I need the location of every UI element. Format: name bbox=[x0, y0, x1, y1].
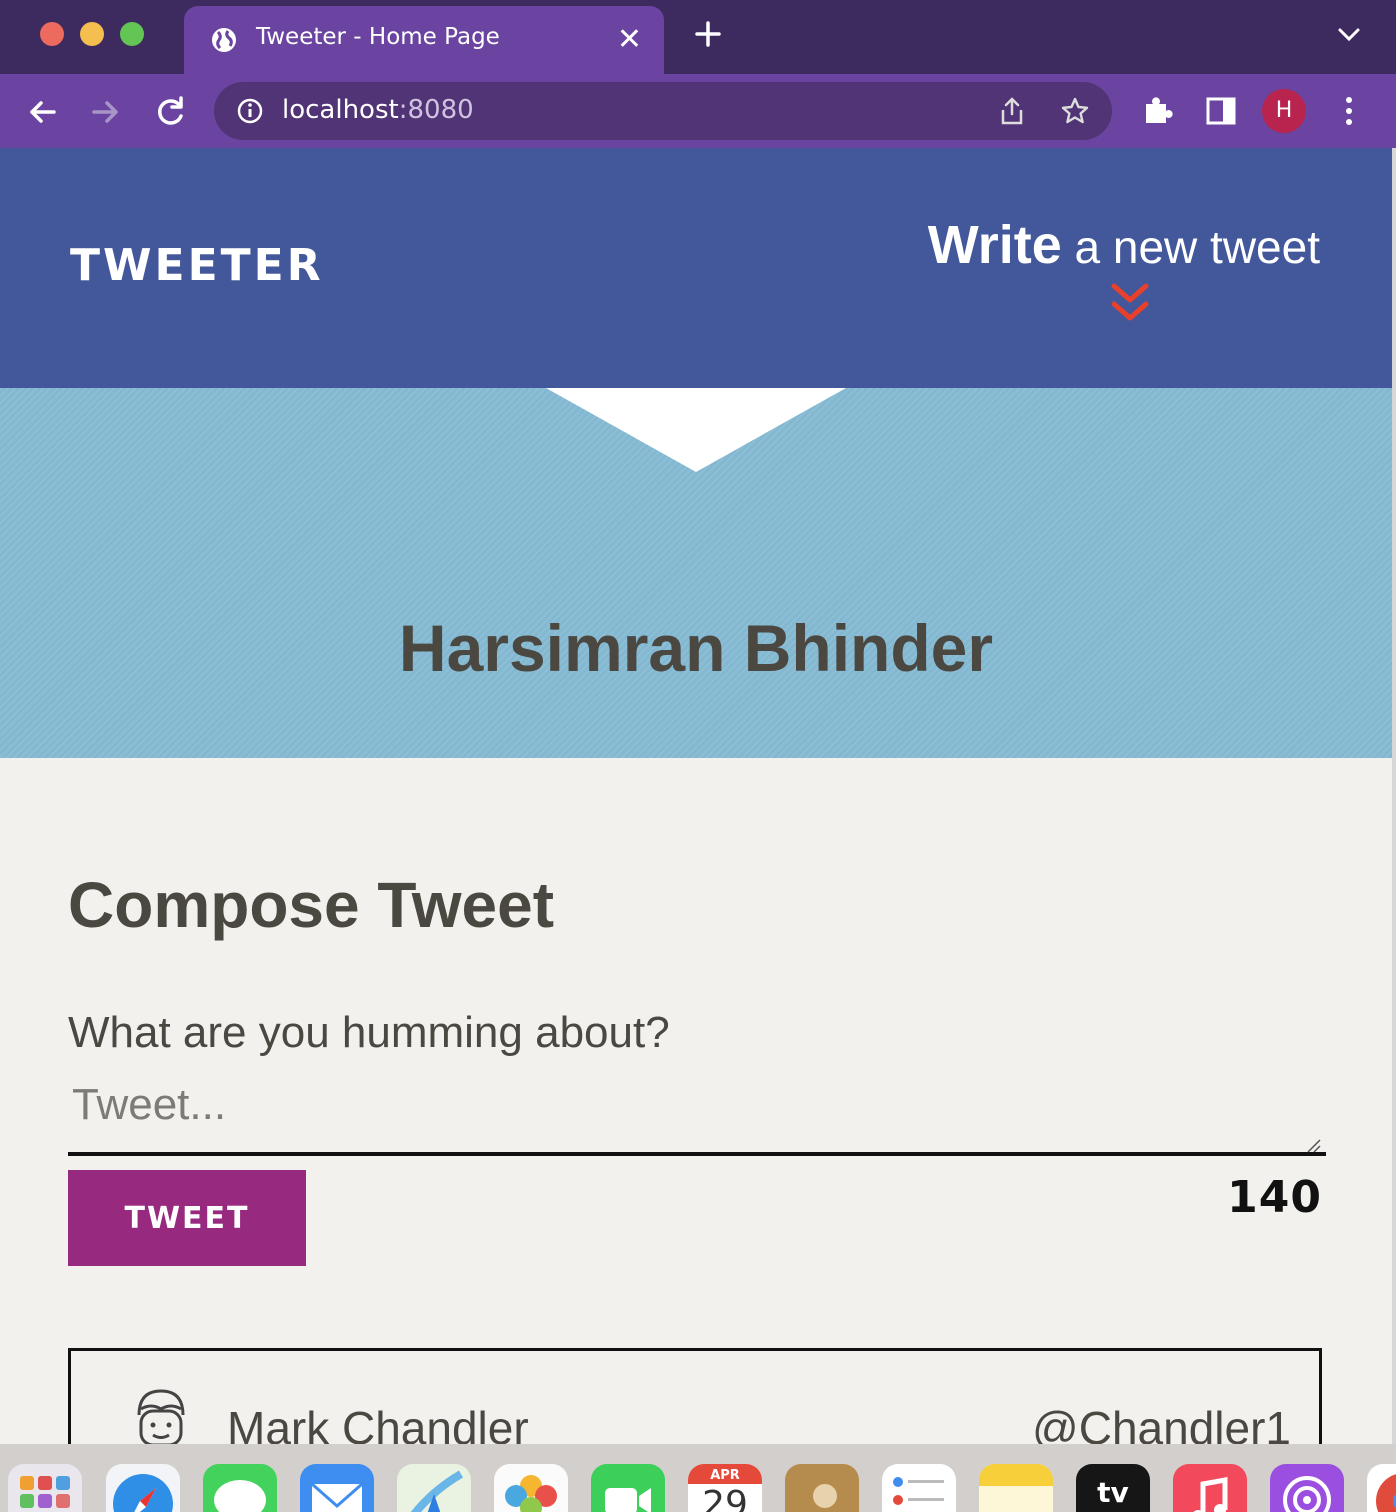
url-port: :8080 bbox=[398, 95, 474, 125]
site-logo[interactable]: TWEETER bbox=[70, 240, 324, 291]
globe-icon bbox=[212, 28, 236, 52]
compass-icon bbox=[113, 1474, 173, 1512]
chrome-logo-icon bbox=[1376, 1474, 1396, 1512]
browser-tab-bar: Tweeter - Home Page ✕ bbox=[0, 0, 1396, 74]
person-icon bbox=[813, 1484, 837, 1508]
bookmark-star-icon[interactable] bbox=[1060, 96, 1090, 126]
side-panel-icon[interactable] bbox=[1204, 94, 1238, 128]
music-icon[interactable] bbox=[1173, 1464, 1247, 1512]
music-note-icon bbox=[1193, 1477, 1228, 1512]
reload-icon[interactable] bbox=[150, 92, 190, 132]
maps-icon[interactable] bbox=[397, 1464, 471, 1512]
envelope-icon bbox=[311, 1482, 363, 1512]
chrome-icon[interactable] bbox=[1367, 1464, 1396, 1512]
notes-icon[interactable] bbox=[979, 1464, 1053, 1512]
share-icon[interactable] bbox=[998, 96, 1026, 126]
launchpad-grid-icon bbox=[20, 1476, 70, 1508]
character-counter: 140 bbox=[1227, 1172, 1322, 1223]
map-icon bbox=[410, 1470, 464, 1512]
double-chevron-down-icon[interactable] bbox=[1110, 282, 1150, 324]
tweet-author-handle: @Chandler1 bbox=[1032, 1402, 1291, 1444]
profile-avatar[interactable]: H bbox=[1262, 89, 1306, 133]
flower-icon bbox=[505, 1475, 557, 1512]
url-host: localhost bbox=[282, 95, 399, 125]
profile-header: Harsimran Bhinder bbox=[0, 388, 1392, 758]
browser-toolbar: localhost:8080 H bbox=[0, 74, 1396, 148]
photos-icon[interactable] bbox=[494, 1464, 568, 1512]
browser-tab[interactable]: Tweeter - Home Page ✕ bbox=[184, 6, 664, 74]
reminders-icon[interactable] bbox=[882, 1464, 956, 1512]
user-avatar-icon bbox=[137, 1389, 185, 1444]
write-new-tweet-link[interactable]: Write a new tweet bbox=[928, 214, 1320, 276]
launchpad-icon[interactable] bbox=[8, 1464, 82, 1512]
calendar-month: APR bbox=[710, 1468, 740, 1483]
extensions-puzzle-icon[interactable] bbox=[1140, 94, 1174, 128]
more-menu-icon[interactable] bbox=[1332, 94, 1366, 128]
close-window-button[interactable] bbox=[40, 22, 64, 46]
write-strong-text: Write bbox=[927, 215, 1062, 275]
calendar-day: 29 bbox=[702, 1484, 748, 1512]
tweet-card: Mark Chandler @Chandler1 bbox=[68, 1348, 1322, 1444]
back-arrow-icon[interactable] bbox=[22, 92, 62, 132]
info-icon[interactable] bbox=[236, 97, 264, 125]
mail-icon[interactable] bbox=[300, 1464, 374, 1512]
header-notch-decoration bbox=[546, 388, 846, 472]
forward-arrow-icon[interactable] bbox=[86, 92, 126, 132]
site-nav: TWEETER Write a new tweet bbox=[0, 148, 1392, 388]
profile-user-name: Harsimran Bhinder bbox=[398, 611, 994, 685]
tv-label: tv bbox=[1097, 1476, 1129, 1509]
tweet-text-input[interactable] bbox=[68, 1080, 1326, 1156]
notes-header bbox=[979, 1464, 1053, 1486]
checklist-icon bbox=[893, 1477, 944, 1505]
macos-dock: APR 29 tv bbox=[0, 1444, 1396, 1512]
tab-title: Tweeter - Home Page bbox=[256, 24, 500, 50]
write-rest-text: a new tweet bbox=[1061, 221, 1321, 273]
podcast-icon bbox=[1283, 1476, 1331, 1512]
resize-grip-icon[interactable] bbox=[1304, 1136, 1322, 1154]
apple-tv-icon[interactable]: tv bbox=[1076, 1464, 1150, 1512]
new-tab-icon[interactable] bbox=[692, 18, 724, 50]
compose-title: Compose Tweet bbox=[68, 869, 554, 941]
window-edge bbox=[1392, 148, 1396, 1444]
podcasts-icon[interactable] bbox=[1270, 1464, 1344, 1512]
facetime-icon[interactable] bbox=[591, 1464, 665, 1512]
speech-bubble-icon bbox=[214, 1480, 266, 1512]
maximize-window-button[interactable] bbox=[120, 22, 144, 46]
minimize-window-button[interactable] bbox=[80, 22, 104, 46]
tweet-author-name: Mark Chandler bbox=[227, 1402, 529, 1444]
web-page: TWEETER Write a new tweet Harsimran Bhin… bbox=[0, 148, 1392, 1444]
url-text[interactable]: localhost:8080 bbox=[282, 95, 474, 125]
close-tab-icon[interactable]: ✕ bbox=[617, 22, 642, 57]
tweet-submit-button[interactable]: TWEET bbox=[68, 1170, 306, 1266]
compose-label: What are you humming about? bbox=[68, 1008, 670, 1057]
calendar-icon[interactable]: APR 29 bbox=[688, 1464, 762, 1512]
video-camera-icon bbox=[605, 1488, 651, 1512]
messages-icon[interactable] bbox=[203, 1464, 277, 1512]
contacts-icon[interactable] bbox=[785, 1464, 859, 1512]
safari-icon[interactable] bbox=[106, 1464, 180, 1512]
address-bar[interactable]: localhost:8080 bbox=[214, 82, 1112, 140]
chevron-down-icon[interactable] bbox=[1336, 26, 1362, 44]
